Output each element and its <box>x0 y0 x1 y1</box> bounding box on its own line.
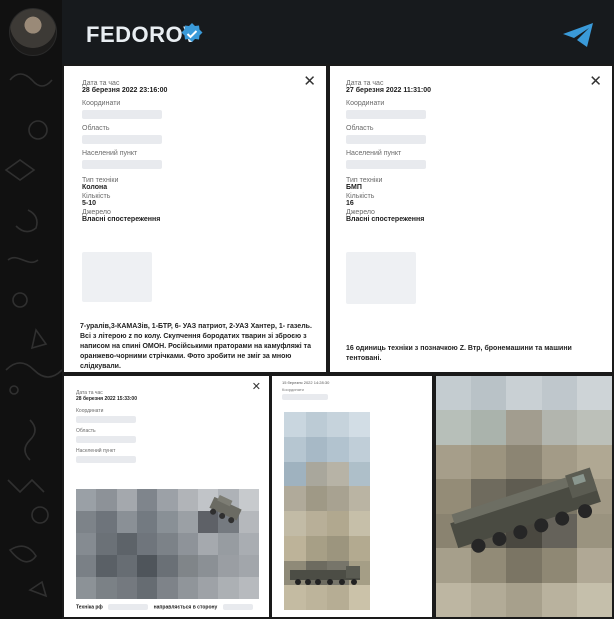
field-label: Область <box>76 428 96 434</box>
field-label: Координати <box>82 100 121 107</box>
redacted-value <box>346 135 426 144</box>
redacted-value <box>282 394 328 400</box>
vehicle-icon <box>209 495 242 524</box>
field-value: 28 березня 2022 23:16:00 <box>82 87 168 94</box>
channel-header: FEDOROV <box>62 0 614 64</box>
footer-left-text: Техніка рф <box>76 604 103 611</box>
verified-badge-icon <box>181 23 203 42</box>
field-value: Власні спостереження <box>82 216 161 223</box>
field-label: Джерело <box>346 209 375 216</box>
report-photo[interactable] <box>76 489 259 599</box>
field-label: Координати <box>282 387 304 392</box>
channel-avatar[interactable] <box>9 8 57 56</box>
message-media-grid: ✕ Дата та час 28 березня 2022 23:16:00 К… <box>62 64 614 619</box>
field-label: Координати <box>76 408 104 414</box>
field-label: Населений пункт <box>346 150 402 157</box>
report-card-4[interactable]: 15 березня 2022 14:28:30 Координати <box>272 376 432 617</box>
field-label: Область <box>346 125 374 132</box>
field-value: 5-10 <box>82 200 97 207</box>
field-label: Координати <box>346 100 385 107</box>
report-date: 15 березня 2022 14:28:30 <box>282 380 330 385</box>
field-label: Кількість <box>82 193 111 200</box>
report-description: 7-уралів,3-КАМАЗів, 1-БТР, 6- УАЗ патрио… <box>80 323 312 370</box>
report-photo[interactable] <box>284 412 370 610</box>
field-label: Дата та час <box>346 80 384 87</box>
field-value: Власні спостереження <box>346 216 425 223</box>
redacted-value <box>82 160 162 169</box>
footer-right-text: направляється в сторону <box>153 604 218 611</box>
report-footer: Техніка рф направляється в сторону <box>76 604 266 610</box>
field-label: Тип техніки <box>82 177 119 184</box>
field-value: 27 березня 2022 11:31:00 <box>346 87 432 94</box>
redacted-image <box>82 252 152 302</box>
field-value: БМП <box>346 184 362 191</box>
redacted-value <box>82 110 162 119</box>
redacted-value <box>76 436 136 443</box>
vehicle-photo[interactable] <box>436 376 612 617</box>
report-description: 16 одиниць техніки з позначкою Z. Втр, б… <box>346 345 572 362</box>
field-label: Дата та час <box>82 80 120 87</box>
field-label: Кількість <box>346 193 375 200</box>
close-icon[interactable]: ✕ <box>252 380 261 393</box>
field-label: Джерело <box>82 209 111 216</box>
field-label: Тип техніки <box>346 177 383 184</box>
redacted-value <box>76 456 136 463</box>
telegram-send-icon[interactable] <box>562 22 594 48</box>
field-value: Колона <box>82 184 108 191</box>
redacted-value <box>76 416 136 423</box>
report-card-2[interactable]: ✕ Дата та час 27 березня 2022 11:31:00 К… <box>330 66 612 372</box>
report-card-3[interactable]: ✕ Дата та час 28 березня 2022 15:33:00 К… <box>64 376 269 617</box>
field-value: 28 березня 2022 15:33:00 <box>76 396 137 402</box>
close-icon[interactable]: ✕ <box>303 72 316 90</box>
redacted-value <box>346 110 426 119</box>
vehicle-icon <box>450 467 601 553</box>
redacted-value <box>346 160 426 169</box>
field-label: Населений пункт <box>76 448 116 454</box>
sidebar-doodle-pattern <box>4 73 62 598</box>
report-card-1[interactable]: ✕ Дата та час 28 березня 2022 23:16:00 К… <box>64 66 326 372</box>
field-label: Населений пункт <box>82 150 138 157</box>
redacted-value <box>108 604 149 610</box>
field-label: Область <box>82 125 110 132</box>
redacted-value <box>222 604 253 610</box>
chat-sidebar <box>0 0 62 619</box>
vehicle-icon <box>290 566 360 585</box>
close-icon[interactable]: ✕ <box>589 72 602 90</box>
redacted-image <box>346 252 416 304</box>
field-value: 16 <box>346 200 354 207</box>
redacted-value <box>82 135 162 144</box>
